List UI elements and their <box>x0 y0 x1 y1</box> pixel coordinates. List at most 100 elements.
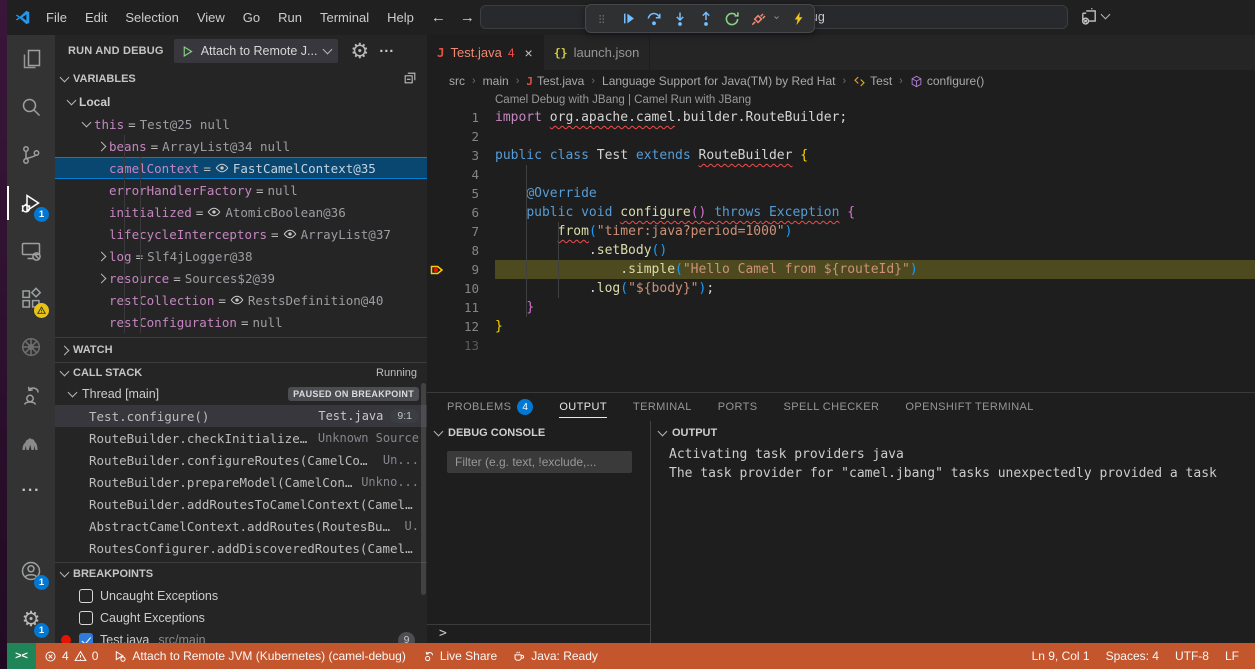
gutter-glyph[interactable] <box>427 279 449 298</box>
thread-row[interactable]: Thread [main] PAUSED ON BREAKPOINT <box>55 383 427 405</box>
variable-row-log[interactable]: log=Slf4jLogger@38 <box>55 245 427 267</box>
remote-indicator[interactable]: >< <box>7 643 36 669</box>
breadcrumb-item[interactable]: main <box>483 74 509 88</box>
grip-icon[interactable] <box>590 7 614 30</box>
variables-section-header[interactable]: VARIABLES <box>55 67 427 91</box>
variable-row-this[interactable]: this=Test@25 null <box>55 113 427 135</box>
call-stack-section-header[interactable]: CALL STACK Running <box>55 362 427 383</box>
debug-session-status[interactable]: Attach to Remote JVM (Kubernetes) (camel… <box>106 643 413 669</box>
eol-status[interactable]: LF <box>1217 643 1247 669</box>
watch-section-header[interactable]: WATCH <box>55 337 427 362</box>
code-line-2[interactable]: 2 <box>427 127 1255 146</box>
output-header[interactable]: OUTPUT <box>651 421 1255 445</box>
restart-icon[interactable] <box>720 7 744 30</box>
step-out-icon[interactable] <box>694 7 718 30</box>
java-status-status[interactable]: Java: Ready <box>505 643 606 669</box>
menu-selection[interactable]: Selection <box>116 0 187 35</box>
code-line-8[interactable]: 8 .setBody() <box>427 241 1255 260</box>
panel-tab-terminal[interactable]: TERMINAL <box>633 393 692 421</box>
activity-camel-icon[interactable] <box>7 419 55 467</box>
breadcrumb-item[interactable]: configure() <box>910 74 984 88</box>
code-line-9[interactable]: 9 .simple("Hello Camel from ${routeId}") <box>427 260 1255 279</box>
forward-icon[interactable]: → <box>460 9 475 26</box>
lazy-eval-eye-icon[interactable] <box>230 293 244 307</box>
stack-frame[interactable]: RouteBuilder.prepareModel(CamelContext) … <box>55 471 427 493</box>
menu-help[interactable]: Help <box>378 0 423 35</box>
sidebar-scrollbar[interactable] <box>421 383 426 595</box>
activity-remote-explorer-icon[interactable] <box>7 227 55 275</box>
activity-source-control-icon[interactable] <box>7 131 55 179</box>
activity-search-icon[interactable] <box>7 83 55 131</box>
panel-tab-openshift-terminal[interactable]: OPENSHIFT TERMINAL <box>905 393 1033 421</box>
code-line-7[interactable]: 7 from("timer:java?period=1000") <box>427 222 1255 241</box>
chevron-down-icon[interactable] <box>772 7 784 30</box>
tab-launch.json[interactable]: {} launch.json <box>544 35 651 70</box>
activity-run-and-debug-icon[interactable]: 1 <box>7 179 55 227</box>
menu-run[interactable]: Run <box>269 0 311 35</box>
back-icon[interactable]: ← <box>431 9 446 26</box>
gutter-glyph[interactable] <box>427 336 449 355</box>
gutter-glyph[interactable] <box>427 203 449 222</box>
panel-tab-spell-checker[interactable]: SPELL CHECKER <box>784 393 880 421</box>
menu-terminal[interactable]: Terminal <box>311 0 378 35</box>
variable-row-errorHandlerFactory[interactable]: errorHandlerFactory=null <box>55 179 427 201</box>
disconnect-icon[interactable] <box>746 7 770 30</box>
variable-row-lifecycleInterceptors[interactable]: lifecycleInterceptors=ArrayList@37 <box>55 223 427 245</box>
stack-frame[interactable]: AbstractCamelContext.addRoutes(RoutesBui… <box>55 515 427 537</box>
activity-explorer-icon[interactable] <box>7 35 55 83</box>
current-line-breakpoint-icon[interactable] <box>430 262 446 278</box>
breakpoint-checkbox[interactable] <box>79 611 93 625</box>
breakpoint-row[interactable]: Caught Exceptions <box>55 607 427 629</box>
close-icon[interactable]: × <box>525 45 533 61</box>
debug-settings-gear-icon[interactable]: ⚙ <box>350 41 369 62</box>
menu-edit[interactable]: Edit <box>76 0 116 35</box>
stack-frame[interactable]: Test.configure() Test.java 9:1 <box>55 405 427 427</box>
gutter-glyph[interactable] <box>427 165 449 184</box>
problems-status[interactable]: 4 0 <box>36 643 106 669</box>
breakpoint-checkbox[interactable] <box>79 633 93 643</box>
breakpoint-checkbox[interactable] <box>79 589 93 603</box>
hot-code-replace-icon[interactable] <box>786 7 810 30</box>
variable-row-beans[interactable]: beans=ArrayList@34 null <box>55 135 427 157</box>
gutter-glyph[interactable] <box>427 222 449 241</box>
breakpoint-row[interactable]: Uncaught Exceptions <box>55 585 427 607</box>
continue-icon[interactable] <box>616 7 640 30</box>
gutter-glyph[interactable] <box>427 317 449 336</box>
console-input-prompt[interactable]: > <box>427 624 650 643</box>
console-filter-input[interactable]: Filter (e.g. text, !exclude,... <box>447 451 632 473</box>
code-editor[interactable]: Camel Debug with JBang | Camel Run with … <box>427 92 1255 392</box>
variable-row-restConfiguration[interactable]: restConfiguration=null <box>55 311 427 333</box>
breakpoint-row[interactable]: Test.java src/main 9 <box>55 629 427 643</box>
step-over-icon[interactable] <box>642 7 666 30</box>
lazy-eval-eye-icon[interactable] <box>215 161 229 175</box>
gutter-glyph[interactable] <box>427 298 449 317</box>
lazy-eval-eye-icon[interactable] <box>207 205 221 219</box>
code-line-12[interactable]: 12 } <box>427 317 1255 336</box>
breadcrumb-item[interactable]: JTest.java <box>526 74 584 88</box>
code-line-11[interactable]: 11 } <box>427 298 1255 317</box>
activity-accounts-icon[interactable]: 1 <box>7 547 55 595</box>
gutter-glyph[interactable] <box>427 241 449 260</box>
code-line-6[interactable]: 6 public void configure() throws Excepti… <box>427 203 1255 222</box>
stack-frame[interactable]: RoutesConfigurer.addDiscoveredRoutes(Cam… <box>55 537 427 559</box>
gutter-glyph[interactable] <box>427 184 449 203</box>
menu-view[interactable]: View <box>188 0 234 35</box>
step-into-icon[interactable] <box>668 7 692 30</box>
menu-go[interactable]: Go <box>234 0 269 35</box>
variable-row-camelContext[interactable]: camelContext=FastCamelContext@35 <box>55 157 427 179</box>
debug-console-header[interactable]: DEBUG CONSOLE <box>427 421 650 445</box>
activity-live-share-icon[interactable] <box>7 371 55 419</box>
gutter-glyph[interactable] <box>427 146 449 165</box>
codelens-link[interactable]: Camel Debug with JBang <box>495 94 625 106</box>
codelens-link[interactable]: Camel Run with JBang <box>634 94 751 106</box>
views-more-icon[interactable]: ··· <box>379 43 394 60</box>
variable-row-initialized[interactable]: initialized=AtomicBoolean@36 <box>55 201 427 223</box>
code-line-3[interactable]: 3 public class Test extends RouteBuilder… <box>427 146 1255 165</box>
launch-config-dropdown[interactable]: Attach to Remote J... <box>174 39 339 63</box>
variable-row-Local[interactable]: Local <box>55 91 427 113</box>
activity-kubernetes-icon[interactable] <box>7 323 55 371</box>
output-log[interactable]: Activating task providers javaThe task p… <box>651 445 1255 483</box>
editor-layout-button[interactable] <box>1080 7 1109 25</box>
indentation-status[interactable]: Spaces: 4 <box>1098 643 1167 669</box>
code-line-1[interactable]: 1 import org.apache.camel.builder.RouteB… <box>427 108 1255 127</box>
